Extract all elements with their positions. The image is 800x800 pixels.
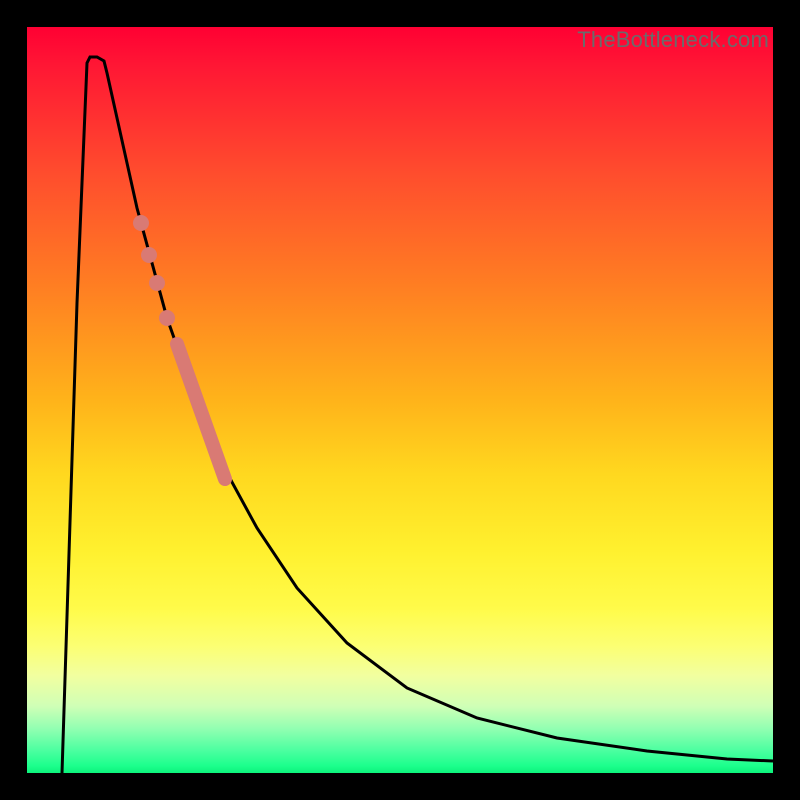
highlight-segment [177, 344, 225, 479]
highlight-dot [133, 215, 149, 231]
bottleneck-curve [62, 57, 773, 773]
plot-area: TheBottleneck.com [27, 27, 773, 773]
watermark-text: TheBottleneck.com [577, 27, 769, 53]
curve-layer [27, 27, 773, 773]
highlight-dot [149, 275, 165, 291]
chart-frame: TheBottleneck.com [0, 0, 800, 800]
highlight-dot [159, 310, 175, 326]
highlight-dot [141, 247, 157, 263]
